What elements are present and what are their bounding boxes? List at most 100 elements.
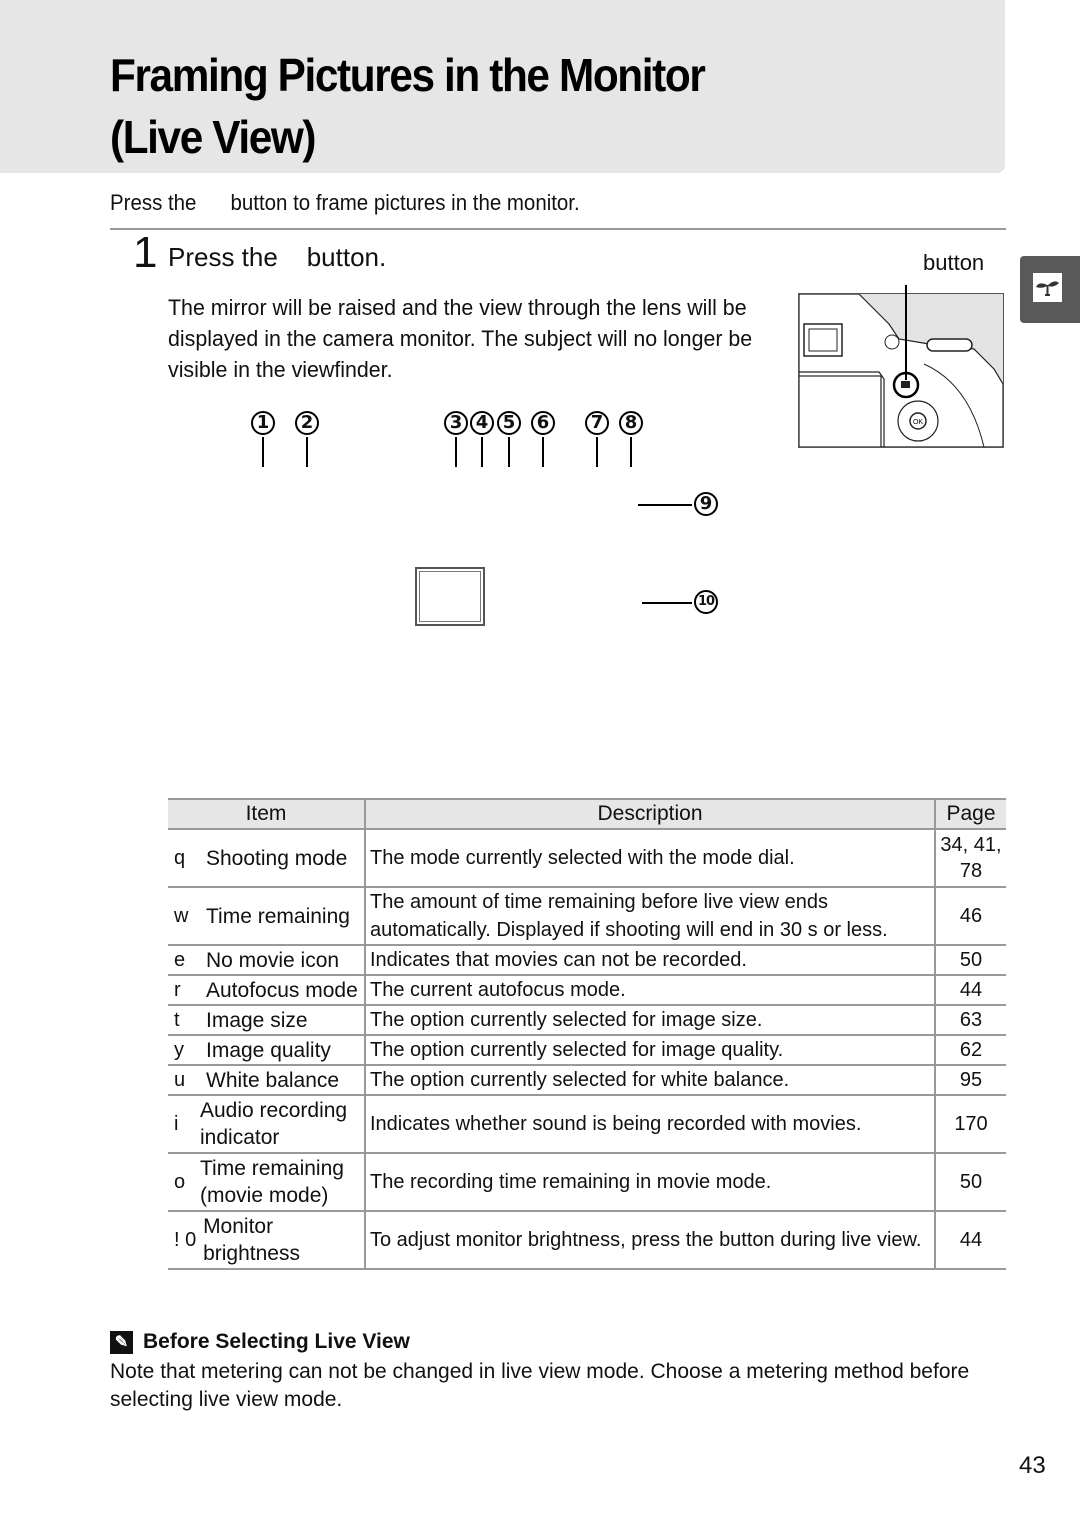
step-body: The mirror will be raised and the view t… — [168, 295, 753, 382]
camera-back-icon: OK — [799, 294, 1003, 447]
item-name: Audio recording indicator — [200, 1099, 348, 1149]
page-title: Framing Pictures in the Monitor (Live Vi… — [110, 44, 706, 168]
table-row: w Time remaining The amount of time remain… — [168, 887, 1006, 946]
table-row: i Audio recording indicator Indicates whet… — [168, 1095, 1006, 1154]
callout-line — [542, 437, 544, 467]
table-header-row: Item Description Page — [168, 798, 1006, 830]
item-cell: q Shooting mode — [168, 829, 365, 888]
page-cell: 95 — [934, 1065, 1006, 1096]
item-cell: u White balance — [168, 1065, 365, 1096]
tip-body: Note that metering can not be changed in… — [110, 1360, 970, 1411]
description-cell: Indicates that movies can not be recorde… — [364, 945, 935, 976]
item-key: e — [174, 948, 186, 971]
callout-3: 3 — [444, 411, 468, 435]
description-cell: The option currently selected for image … — [364, 1005, 935, 1036]
camera-callout-line — [905, 285, 907, 380]
item-key: o — [174, 1170, 186, 1193]
callout-line — [306, 437, 308, 467]
page-cell: 44 — [934, 975, 1006, 1006]
callout-4: 4 — [470, 411, 494, 435]
page-cell: 63 — [934, 1005, 1006, 1036]
callout-line — [638, 504, 692, 506]
item-key: ! 0 — [174, 1228, 197, 1251]
item-name: Time remaining (movie mode) — [200, 1157, 344, 1207]
callout-9: 9 — [694, 492, 718, 516]
pencil-icon: ✎ — [110, 1330, 133, 1354]
tip-heading: Before Selecting Live View — [143, 1330, 410, 1353]
item-name: Autofocus mode — [206, 978, 358, 1002]
header-page: Page — [934, 798, 1006, 830]
table-row: r Autofocus mode The current autofocus mod… — [168, 975, 1006, 1006]
item-key: t — [174, 1008, 180, 1031]
svg-text:OK: OK — [913, 419, 923, 426]
page-number: 43 — [1019, 1452, 1046, 1479]
callout-1: 1 — [251, 411, 275, 435]
page-cell: 62 — [934, 1035, 1006, 1066]
tip-box: ✎ Before Selecting Live View Note that m… — [110, 1330, 1010, 1414]
item-name: Monitor brightness — [203, 1215, 300, 1265]
item-name: Shooting mode — [206, 846, 348, 870]
item-key: i — [174, 1112, 179, 1135]
items-table: Item Description Page q Shooting mode The … — [168, 798, 1006, 1270]
page-cell: 50 — [934, 1153, 1006, 1212]
header-description: Description — [364, 798, 935, 830]
header-item: Item — [168, 798, 365, 830]
item-cell: e No movie icon — [168, 945, 365, 976]
callout-line — [481, 437, 483, 467]
callout-line — [262, 437, 264, 467]
item-cell: y Image quality — [168, 1035, 365, 1066]
callout-10: 10 — [694, 590, 718, 614]
callout-8: 8 — [619, 411, 643, 435]
description-cell: The recording time remaining in movie mo… — [364, 1153, 935, 1212]
description-cell: The option currently selected for white … — [364, 1065, 935, 1096]
table-row: y Image quality The option currently selec… — [168, 1035, 1006, 1066]
item-key: w — [174, 904, 189, 927]
title-line-1: Framing Pictures in the Monitor — [110, 49, 706, 101]
item-name: No movie icon — [206, 948, 340, 972]
page-cell: 50 — [934, 945, 1006, 976]
table-row: q Shooting mode The mode currently selecte… — [168, 829, 1006, 888]
item-key: y — [174, 1038, 184, 1061]
table-row: u White balance The option currently selec… — [168, 1065, 1006, 1096]
description-cell: The option currently selected for image … — [364, 1035, 935, 1066]
item-cell: ! 0 Monitor brightness — [168, 1211, 365, 1270]
intro-text: Press the button to frame pictures in th… — [110, 190, 580, 215]
item-cell: o Time remaining (movie mode) — [168, 1153, 365, 1212]
focus-point-frame — [415, 567, 485, 626]
item-cell: r Autofocus mode — [168, 975, 365, 1006]
camera-illustration: OK — [798, 293, 1004, 448]
item-name: Image size — [206, 1008, 308, 1032]
item-name: Time remaining — [206, 904, 350, 928]
callout-7: 7 — [585, 411, 609, 435]
callout-line — [508, 437, 510, 467]
step-heading: Press the button. — [168, 242, 387, 272]
title-line-2: (Live View) — [110, 111, 317, 163]
item-cell: w Time remaining — [168, 887, 365, 946]
description-cell: Indicates whether sound is being recorde… — [364, 1095, 935, 1154]
item-cell: i Audio recording indicator — [168, 1095, 365, 1154]
camera-callout-label: button — [923, 250, 985, 275]
description-cell: The amount of time remaining before live… — [364, 887, 935, 946]
page-cell: 46 — [934, 887, 1006, 946]
table-row: ! 0 Monitor brightness To adjust monitor b… — [168, 1211, 1006, 1270]
divider — [110, 228, 1006, 230]
table-row: o Time remaining (movie mode) The recordin… — [168, 1153, 1006, 1212]
item-key: r — [174, 978, 181, 1001]
sprout-icon — [1033, 273, 1062, 302]
table-row: e No movie icon Indicates that movies can … — [168, 945, 1006, 976]
callout-line — [596, 437, 598, 467]
item-key: q — [174, 846, 186, 869]
item-cell: t Image size — [168, 1005, 365, 1036]
item-name: Image quality — [206, 1038, 331, 1062]
description-cell: The current autofocus mode. — [364, 975, 935, 1006]
callout-2: 2 — [295, 411, 319, 435]
page-cell: 34, 41, 78 — [934, 829, 1006, 888]
description-cell: The mode currently selected with the mod… — [364, 829, 935, 888]
callout-line — [630, 437, 632, 467]
item-key: u — [174, 1068, 186, 1091]
page-cell: 44 — [934, 1211, 1006, 1270]
description-cell: To adjust monitor brightness, press the … — [364, 1211, 935, 1270]
section-tab[interactable] — [1020, 256, 1080, 323]
callout-6: 6 — [531, 411, 555, 435]
table-row: t Image size The option currently selected… — [168, 1005, 1006, 1036]
